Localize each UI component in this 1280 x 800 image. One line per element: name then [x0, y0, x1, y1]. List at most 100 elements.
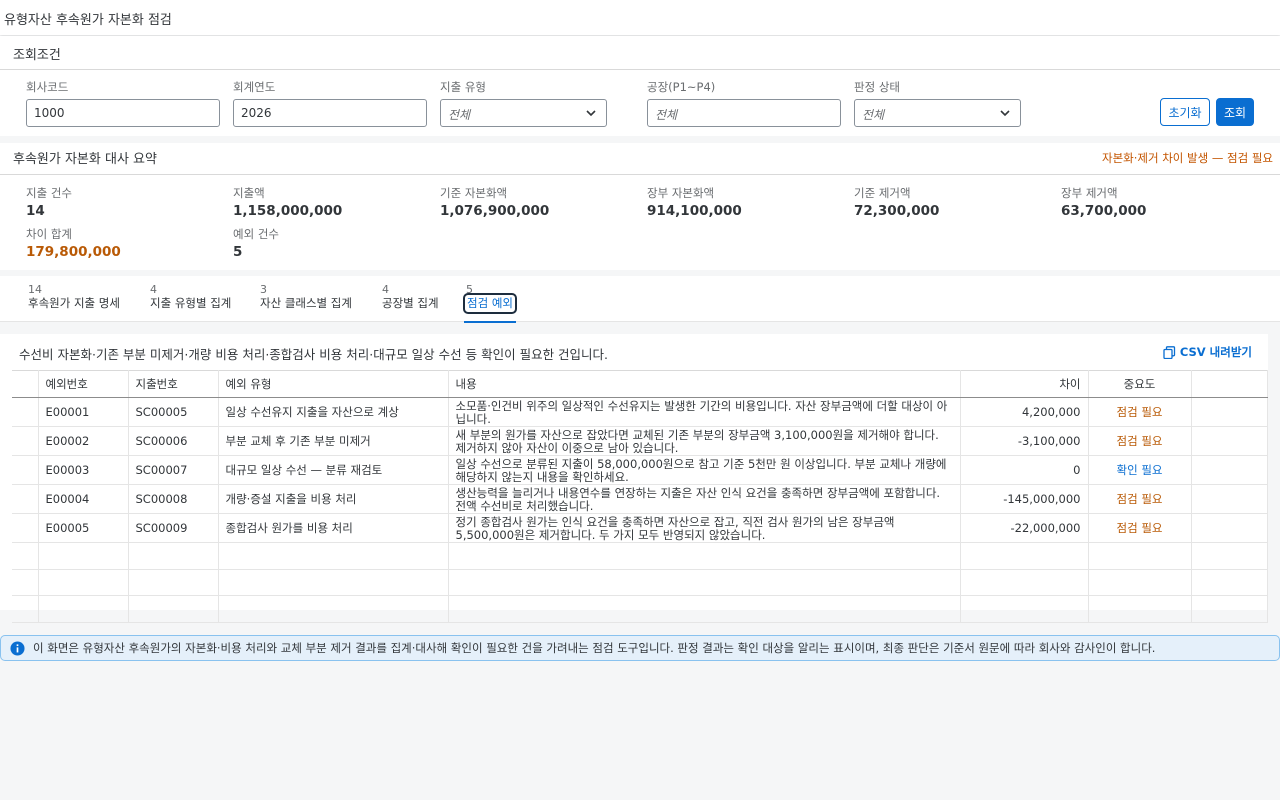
tab-label: 후속원가 지출 명세	[28, 296, 120, 310]
company-code-input[interactable]: 1000	[26, 99, 220, 127]
row-selector[interactable]	[12, 426, 39, 456]
cell-expense-id: SC00008	[128, 484, 219, 514]
empty-cell	[128, 569, 219, 596]
summary-section-title: 후속원가 자본화 대사 요약	[13, 152, 157, 167]
empty-cell	[12, 569, 39, 596]
judgement-label: 판정 상태	[854, 80, 900, 94]
tab-count: 4	[150, 283, 157, 296]
tab-by-expense-type[interactable]: 4 지출 유형별 집계	[150, 283, 231, 311]
judgement-select[interactable]: 전체	[854, 99, 1021, 127]
empty-cell	[1190, 542, 1268, 570]
cell-expense-id: SC00006	[128, 426, 219, 456]
tab-by-plant[interactable]: 4 공장별 집계	[382, 283, 439, 311]
cell-exception-id: E00001	[38, 397, 129, 427]
table-row[interactable]: E00001 SC00005 일상 수선유지 지출을 자산으로 계상 소모품·인…	[12, 397, 1268, 427]
fiscal-year-input[interactable]: 2026	[233, 99, 427, 127]
kpi-value: 63,700,000	[1061, 203, 1147, 219]
column-filler	[1190, 370, 1268, 398]
tab-count: 14	[28, 283, 42, 296]
divider	[0, 69, 1280, 70]
exceptions-description: 수선비 자본화·기존 부분 미제거·개량 비용 처리·종합검사 비용 처리·대규…	[19, 347, 609, 362]
table-row[interactable]: E00005 SC00009 종합검사 원가를 비용 처리 정기 종합검사 원가…	[12, 513, 1268, 543]
csv-download-button[interactable]: CSV 내려받기	[1163, 344, 1252, 360]
cell-content: 일상 수선으로 분류된 지출이 58,000,000원으로 참고 기준 5천만 …	[448, 455, 961, 485]
column-header[interactable]: 차이	[960, 370, 1089, 398]
row-selector[interactable]	[12, 455, 39, 485]
cell-filler	[1190, 455, 1268, 485]
tab-by-asset-class[interactable]: 3 자산 클래스별 집계	[260, 283, 352, 311]
cell-diff: -3,100,000	[960, 426, 1089, 456]
table-row[interactable]: E00003 SC00007 대규모 일상 수선 — 분류 재검토 일상 수선으…	[12, 455, 1268, 485]
cell-filler	[1190, 426, 1268, 456]
cell-diff: -145,000,000	[960, 484, 1089, 514]
row-selector[interactable]	[12, 397, 39, 427]
empty-cell	[12, 595, 39, 623]
exceptions-table: 예외번호 지출번호 예외 유형 내용 차이 중요도 E00001 SC00005…	[12, 370, 1268, 623]
cell-exception-id: E00003	[38, 455, 129, 485]
empty-cell	[38, 595, 129, 623]
cell-content: 생산능력을 늘리거나 내용연수를 연장하는 지출은 자산 인식 요건을 충족하면…	[448, 484, 961, 514]
exceptions-panel: 수선비 자본화·기존 부분 미제거·개량 비용 처리·종합검사 비용 처리·대규…	[0, 334, 1268, 623]
kpi-value: 1,076,900,000	[440, 203, 550, 219]
empty-row	[12, 542, 1268, 570]
kpi-value: 914,100,000	[647, 203, 742, 219]
plant-input[interactable]: 전체	[647, 99, 841, 127]
row-selector[interactable]	[12, 513, 39, 543]
table-header-row: 예외번호 지출번호 예외 유형 내용 차이 중요도	[12, 370, 1268, 398]
kpi-label: 장부 자본화액	[647, 186, 715, 200]
kpi-value: 1,158,000,000	[233, 203, 343, 219]
tab-label: 자산 클래스별 집계	[260, 296, 352, 310]
tab-count: 4	[382, 283, 389, 296]
search-button[interactable]: 조회	[1216, 98, 1254, 126]
cell-exception-type: 일상 수선유지 지출을 자산으로 계상	[218, 397, 449, 427]
kpi-label: 기준 제거액	[854, 186, 911, 200]
kpi-label: 지출액	[233, 186, 265, 200]
empty-cell	[1190, 569, 1268, 596]
reset-button[interactable]: 초기화	[1160, 98, 1210, 126]
chevron-down-icon	[586, 110, 596, 117]
cell-expense-id: SC00009	[128, 513, 219, 543]
info-icon	[10, 640, 25, 656]
empty-cell	[38, 569, 129, 596]
column-header[interactable]: 중요도	[1088, 370, 1192, 398]
tab-label: 점검 예외	[463, 293, 517, 314]
column-header[interactable]: 예외 유형	[218, 370, 449, 398]
page-title: 유형자산 후속원가 자본화 점검	[4, 13, 172, 28]
cell-exception-type: 부분 교체 후 기존 부분 미제거	[218, 426, 449, 456]
expense-type-select[interactable]: 전체	[440, 99, 607, 127]
column-header[interactable]: 지출번호	[128, 370, 219, 398]
empty-row	[12, 569, 1268, 596]
column-header[interactable]: 예외번호	[38, 370, 129, 398]
cell-exception-type: 종합검사 원가를 비용 처리	[218, 513, 449, 543]
column-header[interactable]: 내용	[448, 370, 961, 398]
cell-expense-id: SC00007	[128, 455, 219, 485]
cell-exception-id: E00002	[38, 426, 129, 456]
cell-content: 소모품·인건비 위주의 일상적인 수선유지는 발생한 기간의 비용입니다. 자산…	[448, 397, 961, 427]
empty-cell	[448, 595, 961, 623]
tab-exceptions[interactable]: 5 점검 예외	[463, 283, 517, 323]
cell-exception-type: 개량·증설 지출을 비용 처리	[218, 484, 449, 514]
cell-severity: 점검 필요	[1088, 426, 1192, 456]
table-row[interactable]: E00002 SC00006 부분 교체 후 기존 부분 미제거 새 부분의 원…	[12, 426, 1268, 456]
empty-cell	[448, 542, 961, 570]
row-selector[interactable]	[12, 484, 39, 514]
filter-section-title: 조회조건	[13, 48, 61, 63]
divider	[0, 174, 1280, 175]
tab-expense-detail[interactable]: 14 후속원가 지출 명세	[28, 283, 120, 311]
filter-panel: 조회조건 회사코드 1000 회계연도 2026 지출 유형 전체 공장(P1~…	[0, 36, 1280, 136]
table-row[interactable]: E00004 SC00008 개량·증설 지출을 비용 처리 생산능력을 늘리거…	[12, 484, 1268, 514]
expense-type-value: 전체	[448, 108, 471, 122]
cell-content: 정기 종합검사 원가는 인식 요건을 충족하면 자산으로 잡고, 직전 검사 원…	[448, 513, 961, 543]
kpi-label: 예외 건수	[233, 227, 279, 241]
empty-cell	[960, 542, 1089, 570]
tab-count: 3	[260, 283, 267, 296]
fiscal-year-label: 회계연도	[233, 80, 276, 94]
tab-bar: 14 후속원가 지출 명세 4 지출 유형별 집계 3 자산 클래스별 집계 4…	[0, 276, 1280, 323]
empty-cell	[128, 595, 219, 623]
cell-severity: 점검 필요	[1088, 397, 1192, 427]
tab-label: 지출 유형별 집계	[150, 296, 232, 310]
kpi-label: 장부 제거액	[1061, 186, 1118, 200]
cell-diff: 4,200,000	[960, 397, 1089, 427]
empty-cell	[38, 542, 129, 570]
company-code-label: 회사코드	[26, 80, 69, 94]
